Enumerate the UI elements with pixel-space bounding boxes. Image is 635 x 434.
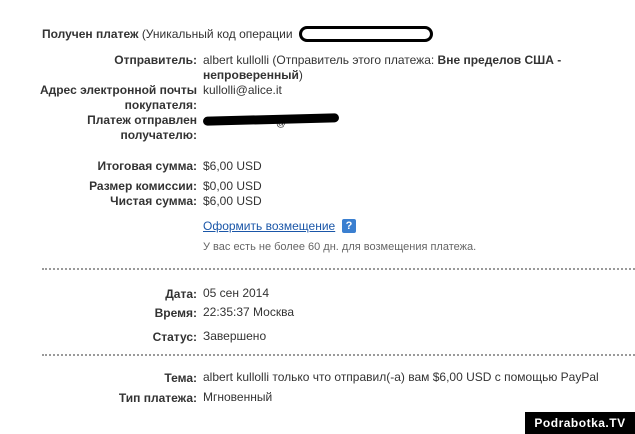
date-label: Дата:: [165, 287, 197, 301]
redacted-transaction-code: [299, 26, 433, 42]
watermark: Podrabotka.TV: [525, 412, 635, 434]
payment-type-label: Тип платежа:: [118, 391, 197, 405]
total-value: $6,00 USD: [203, 159, 262, 173]
sender-status-line1: Вне пределов США -: [437, 53, 562, 67]
refund-note: У вас есть не более 60 дн. для возмещени…: [203, 241, 477, 253]
net-value: $6,00 USD: [203, 194, 262, 208]
recipient-label-line2: получателю:: [120, 128, 197, 142]
sender-status-line2: непроверенный: [203, 68, 299, 82]
refund-link[interactable]: Оформить возмещение: [203, 219, 335, 234]
help-icon[interactable]: ?: [342, 219, 356, 233]
sender-label: Отправитель:: [114, 53, 197, 67]
transaction-code-label: (Уникальный код операции: [141, 27, 293, 41]
buyer-email-label-line1: Адрес электронной почты: [39, 83, 197, 97]
subject-value: albert kullolli только что отправил(-а) …: [203, 370, 599, 384]
time-label: Время:: [154, 306, 197, 320]
fee-label: Размер комиссии:: [89, 179, 197, 193]
sender-value: albert kullolli (Отправитель этого плате…: [203, 53, 561, 68]
buyer-email-label-line2: покупателя:: [124, 98, 197, 112]
date-value: 05 сен 2014: [203, 286, 270, 300]
net-label: Чистая сумма:: [110, 194, 197, 208]
payment-type-value: Мгновенный: [203, 390, 273, 404]
status-value: Завершено: [203, 329, 267, 343]
fee-value: $0,00 USD: [203, 179, 262, 193]
status-label: Статус:: [152, 330, 197, 344]
divider-2: [42, 354, 635, 356]
buyer-email-value: kullolli@alice.it: [203, 83, 282, 97]
total-label: Итоговая сумма:: [97, 159, 197, 173]
divider-1: [42, 268, 635, 270]
sender-value-line2: непроверенный): [203, 68, 303, 83]
subject-label: Тема:: [164, 371, 197, 385]
header-line: Получен платеж (Уникальный код операции: [42, 27, 293, 42]
page-title: Получен платеж: [42, 27, 139, 41]
recipient-label-line1: Платеж отправлен: [87, 113, 197, 127]
sender-name: albert kullolli (Отправитель этого плате…: [203, 53, 438, 67]
time-value: 22:35:37 Москва: [203, 305, 295, 319]
redacted-recipient-email: [202, 113, 340, 126]
sender-close: ): [298, 68, 303, 82]
